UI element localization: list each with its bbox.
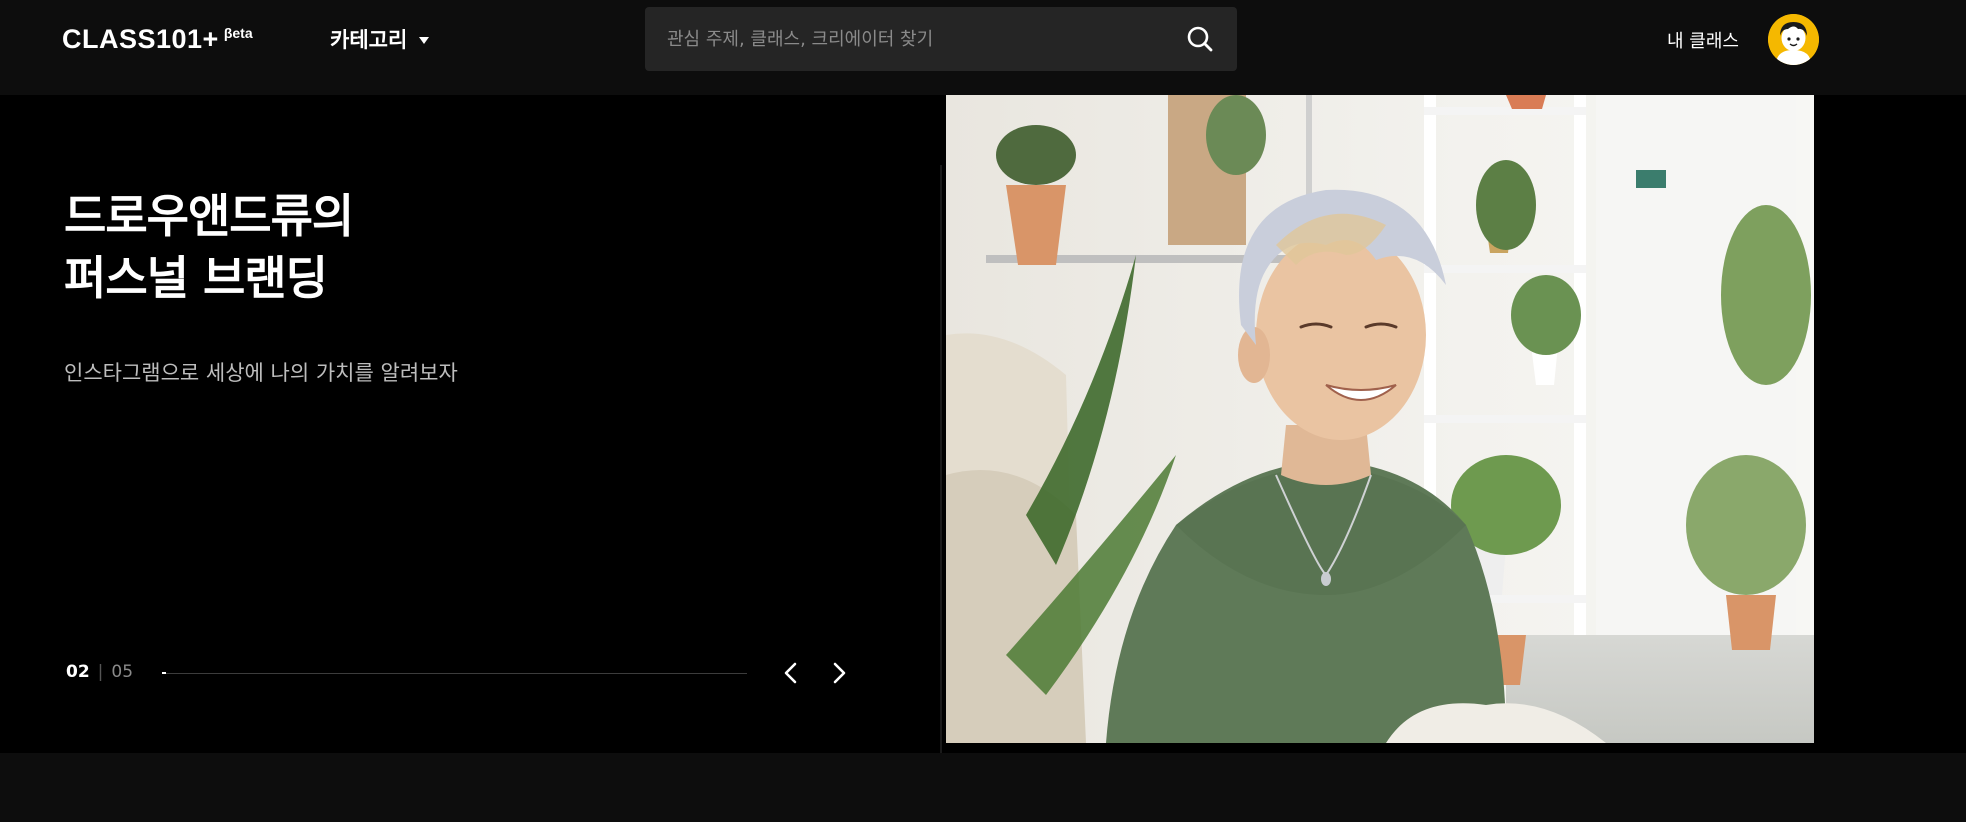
hero-image[interactable] — [946, 95, 1814, 743]
beta-badge: βeta — [223, 25, 253, 41]
search-icon[interactable] — [1185, 24, 1215, 54]
caret-down-icon — [419, 36, 430, 44]
chevron-left-icon — [784, 662, 797, 684]
hero-title-line-1: 드로우앤드류의 — [64, 189, 354, 243]
avatar[interactable] — [1768, 14, 1819, 65]
slide-pager: 02 | 05 — [66, 662, 133, 682]
prev-slide-button[interactable] — [776, 658, 806, 688]
pager-current: 02 — [66, 662, 90, 682]
logo[interactable]: CLASS101+ βeta — [62, 24, 253, 54]
category-label: 카테고리 — [330, 28, 408, 52]
top-nav: CLASS101+ βeta 카테고리 내 클래스 — [0, 0, 1966, 95]
logo-text: CLASS101+ — [62, 24, 219, 54]
search-bar — [645, 7, 1237, 71]
hero-title: 드로우앤드류의 퍼스널 브랜딩 — [64, 185, 354, 309]
hero-title-line-2: 퍼스널 브랜딩 — [64, 251, 328, 305]
page-below-hero — [0, 753, 1966, 822]
image-divider — [940, 165, 942, 753]
slide-progress-fill — [162, 672, 166, 674]
pager-separator: | — [97, 662, 104, 682]
slide-progress-track — [162, 672, 747, 674]
pager-total: 05 — [111, 662, 134, 682]
my-class-link[interactable]: 내 클래스 — [1667, 27, 1739, 53]
hero-banner[interactable]: 드로우앤드류의 퍼스널 브랜딩 인스타그램으로 세상에 나의 가치를 알려보자 … — [0, 95, 1966, 753]
chevron-right-icon — [833, 662, 846, 684]
category-dropdown[interactable]: 카테고리 — [330, 24, 430, 54]
hero-subtitle: 인스타그램으로 세상에 나의 가치를 알려보자 — [64, 361, 458, 385]
search-input[interactable] — [667, 28, 1185, 50]
next-slide-button[interactable] — [824, 658, 854, 688]
